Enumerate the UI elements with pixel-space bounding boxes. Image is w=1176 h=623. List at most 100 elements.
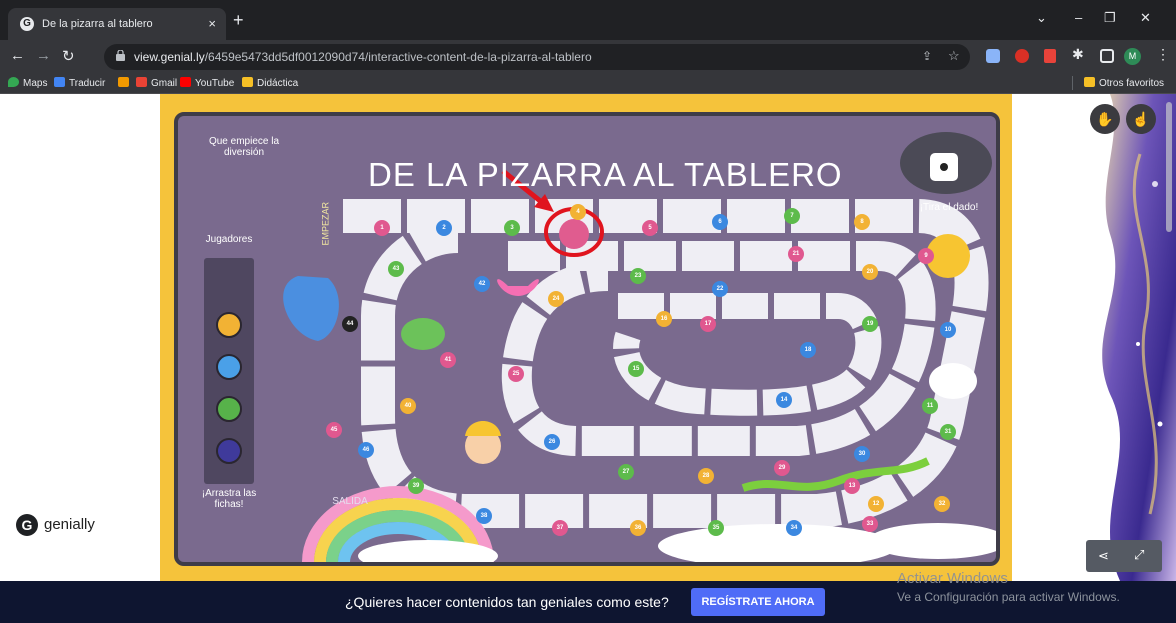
extension-doc-icon[interactable] xyxy=(986,49,1000,63)
browser-tab-strip: G De la pizarra al tablero × + ⌄ – ❐ ✕ xyxy=(0,0,1176,40)
players-label: Jugadores xyxy=(205,234,253,245)
board-square: 30 xyxy=(854,446,870,462)
tab-close-icon[interactable]: × xyxy=(208,16,216,31)
windows-activation-watermark: Activar Windows Ve a Configuración para … xyxy=(897,570,1120,606)
board-square: 39 xyxy=(408,478,424,494)
board-square: 36 xyxy=(630,520,646,536)
touch-interaction-icon[interactable]: ☝ xyxy=(1126,104,1156,134)
board-square: 43 xyxy=(388,261,404,277)
board-square: 27 xyxy=(618,464,634,480)
bookmark-didactica[interactable]: Didáctica xyxy=(242,77,298,89)
board-square: 10 xyxy=(940,322,956,338)
close-window-button[interactable]: ✕ xyxy=(1140,10,1151,26)
board-square: 7 xyxy=(784,208,800,224)
bookmark-star-icon[interactable]: ☆ xyxy=(948,48,960,64)
youtube-icon xyxy=(180,77,191,87)
board-square: 35 xyxy=(708,520,724,536)
watermark-subtitle: Ve a Configuración para activar Windows. xyxy=(897,590,1120,604)
exit-label: SALIDA xyxy=(332,496,368,507)
board-square: 28 xyxy=(698,468,714,484)
banner-text: ¿Quieres hacer contenidos tan geniales c… xyxy=(345,594,669,610)
maximize-button[interactable]: ❐ xyxy=(1104,10,1116,26)
reload-icon[interactable]: ↻ xyxy=(62,47,75,65)
extension-tp-icon[interactable] xyxy=(1044,49,1056,63)
bookmarks-bar: Maps Traducir Gmail YouTube Didáctica Ot… xyxy=(0,72,1176,94)
browser-toolbar: ← → ↻ view.genial.ly/6459e5473dd5df00120… xyxy=(0,40,1176,72)
board-square: 17 xyxy=(700,316,716,332)
board-square: 40 xyxy=(400,398,416,414)
board-square: 20 xyxy=(862,264,878,280)
sidepanel-icon[interactable] xyxy=(1100,49,1114,63)
bookmark-traducir[interactable]: Traducir xyxy=(54,77,105,89)
board-square: 45 xyxy=(326,422,342,438)
browser-tab[interactable]: G De la pizarra al tablero × xyxy=(8,8,226,40)
address-bar[interactable]: view.genial.ly/6459e5473dd5df0012090d74/… xyxy=(104,44,970,70)
bookmark-otros-favoritos[interactable]: Otros favoritos xyxy=(1084,77,1164,89)
board-square: 9 xyxy=(918,248,934,264)
back-arrow-icon[interactable]: ← xyxy=(10,47,25,64)
board-square: 14 xyxy=(776,392,792,408)
players-panel xyxy=(204,258,254,484)
monster-illustration xyxy=(283,276,339,341)
lock-icon xyxy=(116,50,125,61)
chick-token-icon[interactable] xyxy=(216,312,242,338)
board-square: 11 xyxy=(922,398,938,414)
bookmark-youtube[interactable]: YouTube xyxy=(180,77,234,89)
board-square: 5 xyxy=(642,220,658,236)
share-icon[interactable]: ⇪ xyxy=(922,49,932,63)
folder-icon xyxy=(242,77,253,87)
bookmark-gmail[interactable]: Gmail xyxy=(136,77,177,89)
board-square: 37 xyxy=(552,520,568,536)
cat-token-icon[interactable] xyxy=(216,438,242,464)
minimize-button[interactable]: – xyxy=(1075,10,1082,25)
watermark-title: Activar Windows xyxy=(897,570,1008,587)
board-square: 38 xyxy=(476,508,492,524)
forward-arrow-icon[interactable]: → xyxy=(36,47,51,64)
bookmarks-divider xyxy=(1072,76,1073,90)
analytics-icon xyxy=(118,77,129,87)
board-square: 1 xyxy=(374,220,390,236)
board-square: 8 xyxy=(854,214,870,230)
genially-favicon-icon: G xyxy=(20,17,34,31)
dice-button[interactable] xyxy=(930,153,958,181)
board-square: 32 xyxy=(934,496,950,512)
turtle-token-icon[interactable] xyxy=(216,396,242,422)
board-square: 2 xyxy=(436,220,452,236)
board-square: 3 xyxy=(504,220,520,236)
folder-icon xyxy=(1084,77,1095,87)
board-square: 41 xyxy=(440,352,456,368)
page-scrollbar[interactable] xyxy=(1166,102,1172,232)
start-label: EMPEZAR xyxy=(320,201,331,246)
fish-token-icon[interactable] xyxy=(216,354,242,380)
board-title: DE LA PIZARRA AL TABLERO xyxy=(368,156,843,193)
board-square: 4 xyxy=(570,204,586,220)
board-square: 26 xyxy=(544,434,560,450)
bookmark-maps[interactable]: Maps xyxy=(8,77,47,89)
board-square: 22 xyxy=(712,281,728,297)
board-square: 29 xyxy=(774,460,790,476)
moon-illustration xyxy=(567,341,618,410)
board-square: 23 xyxy=(630,268,646,284)
new-tab-button[interactable]: + xyxy=(233,11,244,29)
extensions-puzzle-icon[interactable]: ✱ xyxy=(1072,46,1084,63)
board-square: 24 xyxy=(548,291,564,307)
board-square: 34 xyxy=(786,520,802,536)
genially-logo[interactable]: Ggenially xyxy=(16,514,95,540)
register-now-button[interactable]: REGÍSTRATE AHORA xyxy=(691,588,825,616)
bookmark-analytics[interactable] xyxy=(118,77,133,89)
grab-hand-icon[interactable]: ✋ xyxy=(1090,104,1120,134)
profile-avatar[interactable]: M xyxy=(1124,48,1141,65)
board-square: 44 xyxy=(342,316,358,332)
decorative-marble-panel xyxy=(1102,94,1176,581)
menu-kebab-icon[interactable]: ⋮ xyxy=(1156,46,1170,63)
board-square: 21 xyxy=(788,246,804,262)
tab-search-icon[interactable]: ⌄ xyxy=(1036,10,1047,26)
game-board-frame: DE LA PIZARRA AL TABLERO Que empiece la … xyxy=(160,94,1012,581)
board-square: 6 xyxy=(712,214,728,230)
game-board: DE LA PIZARRA AL TABLERO Que empiece la … xyxy=(174,112,1000,566)
board-square: 42 xyxy=(474,276,490,292)
share-icon[interactable]: ⋖ xyxy=(1098,548,1109,564)
fullscreen-icon[interactable]: ⤢ xyxy=(1134,547,1144,563)
dice-label: ¡Tira el dado! xyxy=(919,202,979,213)
extension-shield-icon[interactable] xyxy=(1015,49,1029,63)
